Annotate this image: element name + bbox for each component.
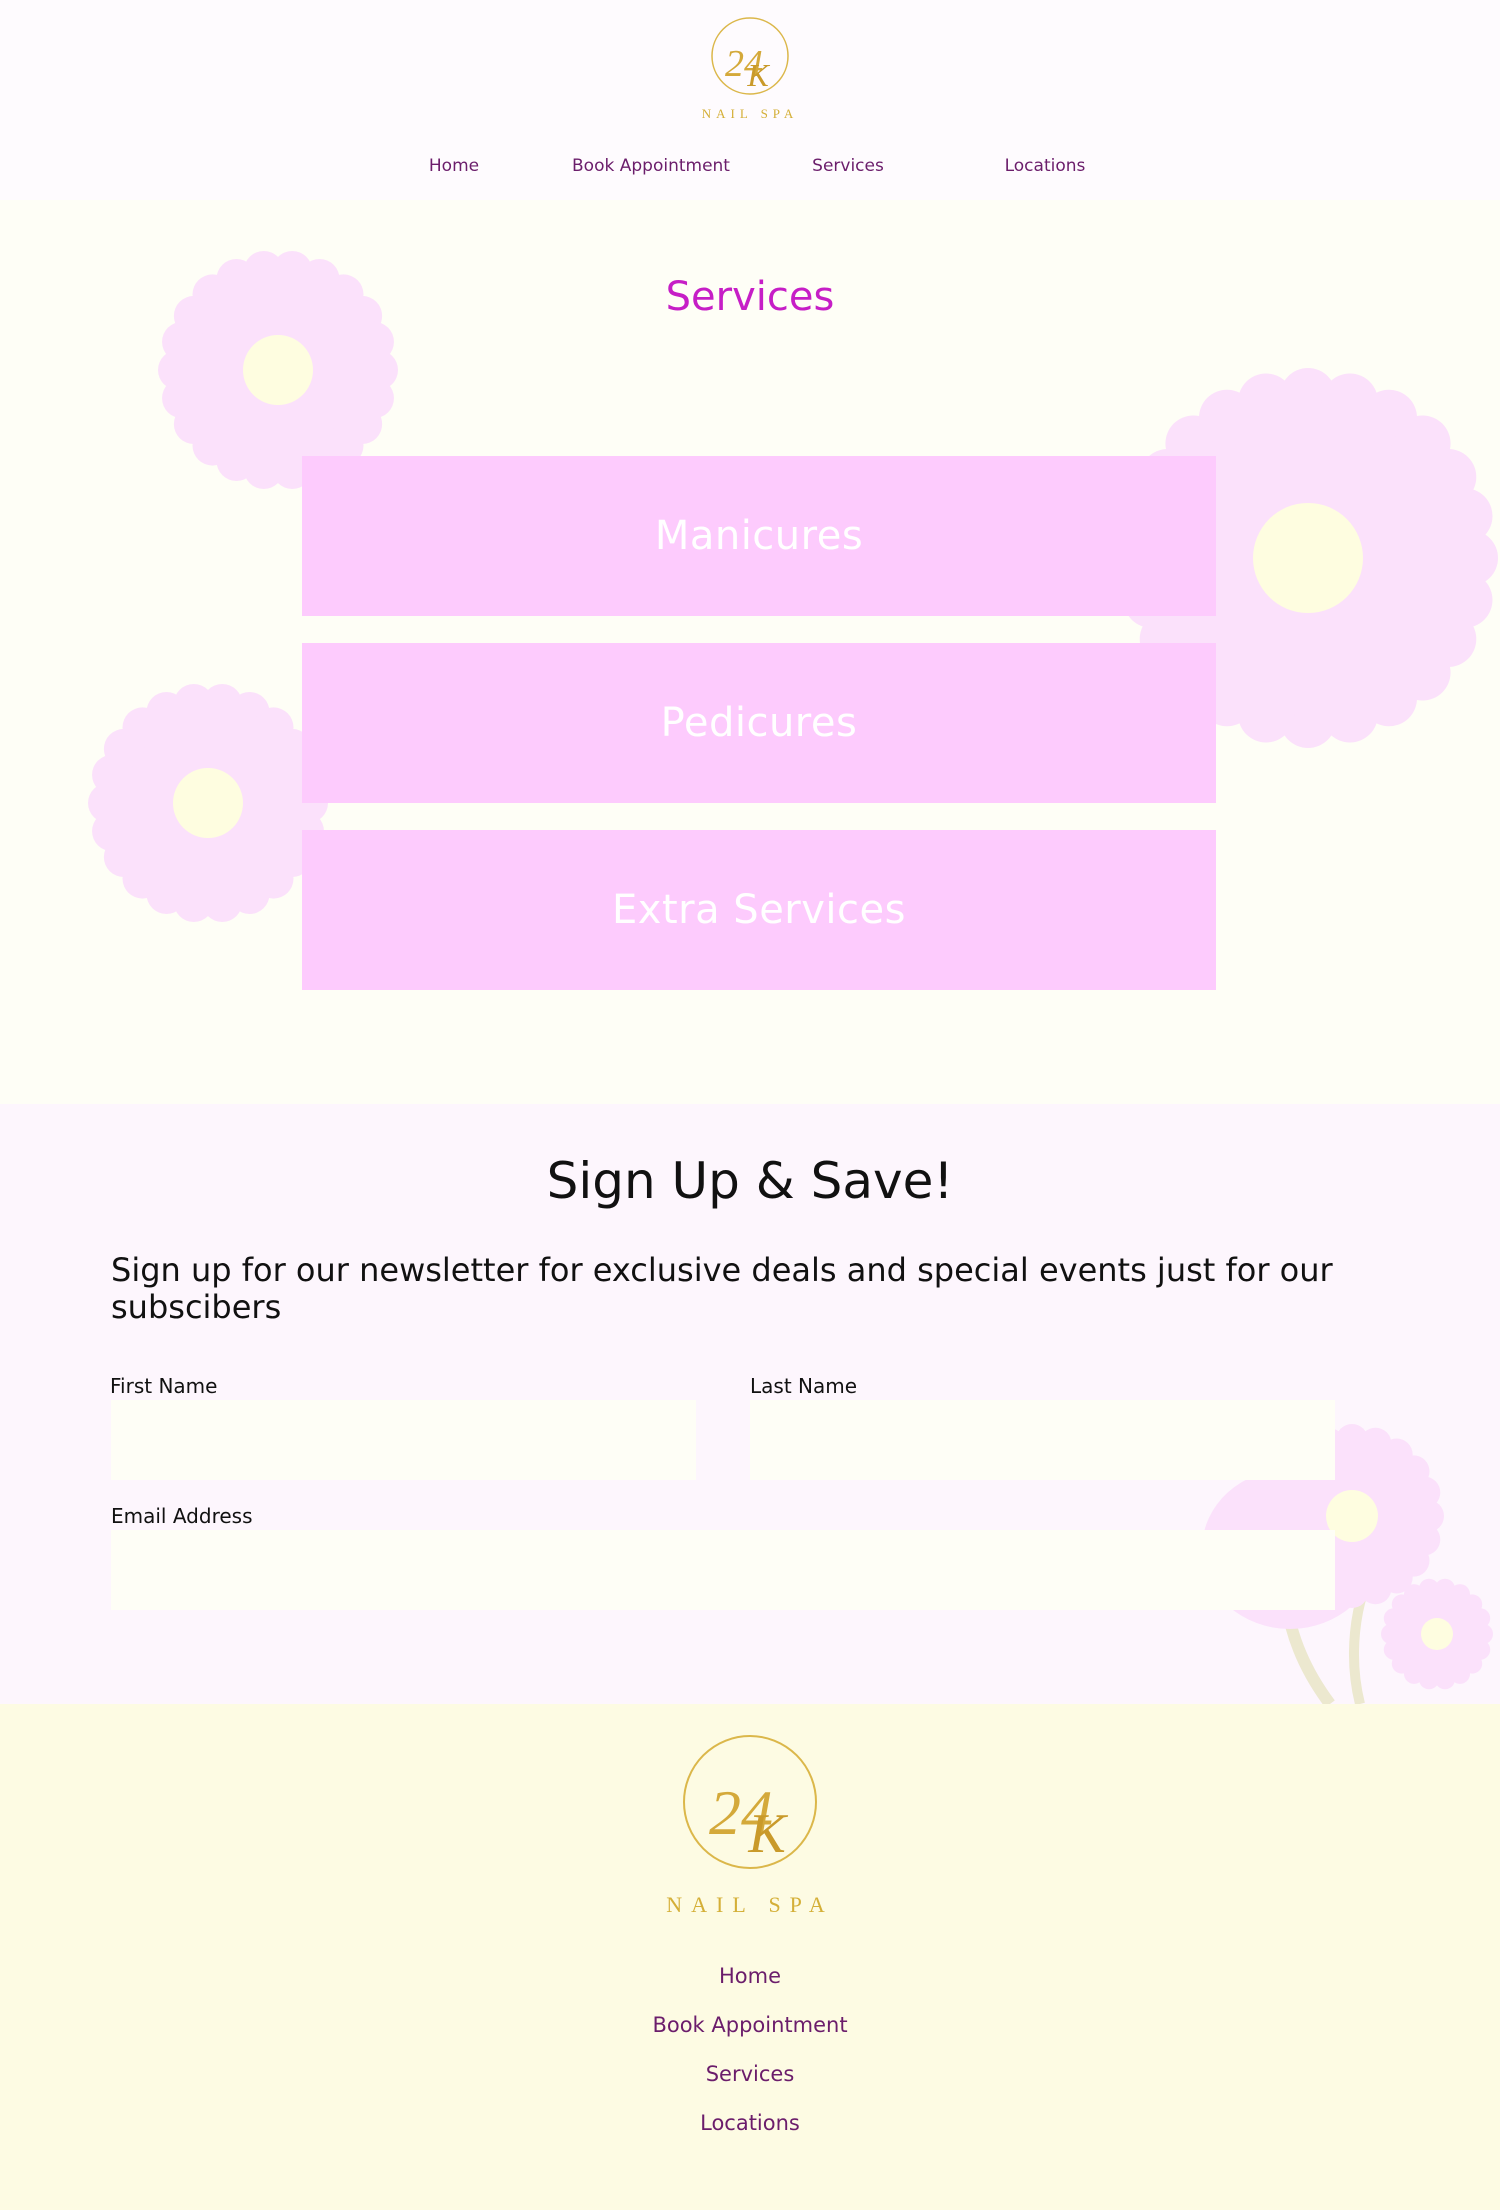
service-manicures-button[interactable]: Manicures (302, 456, 1216, 616)
last-name-label: Last Name (750, 1374, 858, 1398)
site-footer: 24 K NAIL SPA Home Book Appointment Serv… (0, 1704, 1500, 2210)
logo-brand-name: NAIL SPA (666, 1892, 834, 1917)
service-label: Extra Services (612, 887, 906, 933)
nav-services[interactable]: Services (748, 156, 948, 176)
signup-title: Sign Up & Save! (546, 1152, 954, 1210)
logo-monogram-bottom: K (746, 57, 770, 93)
logo-brand-name: NAIL SPA (702, 106, 798, 121)
service-extra-services-button[interactable]: Extra Services (302, 830, 1216, 990)
logo-monogram-bottom: K (747, 1803, 788, 1865)
flower-decoration-icon (88, 684, 328, 922)
main-nav: Home Book Appointment Services Locations (0, 156, 1500, 186)
nav-locations[interactable]: Locations (945, 156, 1145, 176)
footer-link-home[interactable]: Home (0, 1964, 1500, 1988)
services-title: Services (665, 274, 835, 320)
first-name-label: First Name (110, 1374, 218, 1398)
site-header: 24 K NAIL SPA Home Book Appointment Serv… (0, 0, 1500, 200)
flower-bouquet-icon (1202, 1424, 1493, 1704)
footer-link-locations[interactable]: Locations (0, 2111, 1500, 2135)
last-name-input[interactable] (750, 1400, 1335, 1480)
services-section: Services Manicures Pedicures Extra Servi… (0, 200, 1500, 1104)
first-name-input[interactable] (111, 1400, 696, 1480)
footer-link-book-appointment[interactable]: Book Appointment (0, 2013, 1500, 2037)
service-label: Manicures (654, 513, 864, 559)
nav-home[interactable]: Home (354, 156, 554, 176)
service-label: Pedicures (660, 700, 858, 746)
email-input[interactable] (111, 1530, 1335, 1610)
brand-logo[interactable]: 24 K NAIL SPA (690, 14, 810, 126)
nav-book-appointment[interactable]: Book Appointment (551, 156, 751, 176)
footer-link-services[interactable]: Services (0, 2062, 1500, 2086)
footer-brand-logo[interactable]: 24 K NAIL SPA (645, 1730, 855, 1920)
service-pedicures-button[interactable]: Pedicures (302, 643, 1216, 803)
newsletter-signup-section: Sign Up & Save! Sign up for our newslett… (0, 1104, 1500, 1704)
email-label: Email Address (111, 1504, 253, 1528)
signup-description: Sign up for our newsletter for exclusive… (111, 1251, 1333, 1326)
